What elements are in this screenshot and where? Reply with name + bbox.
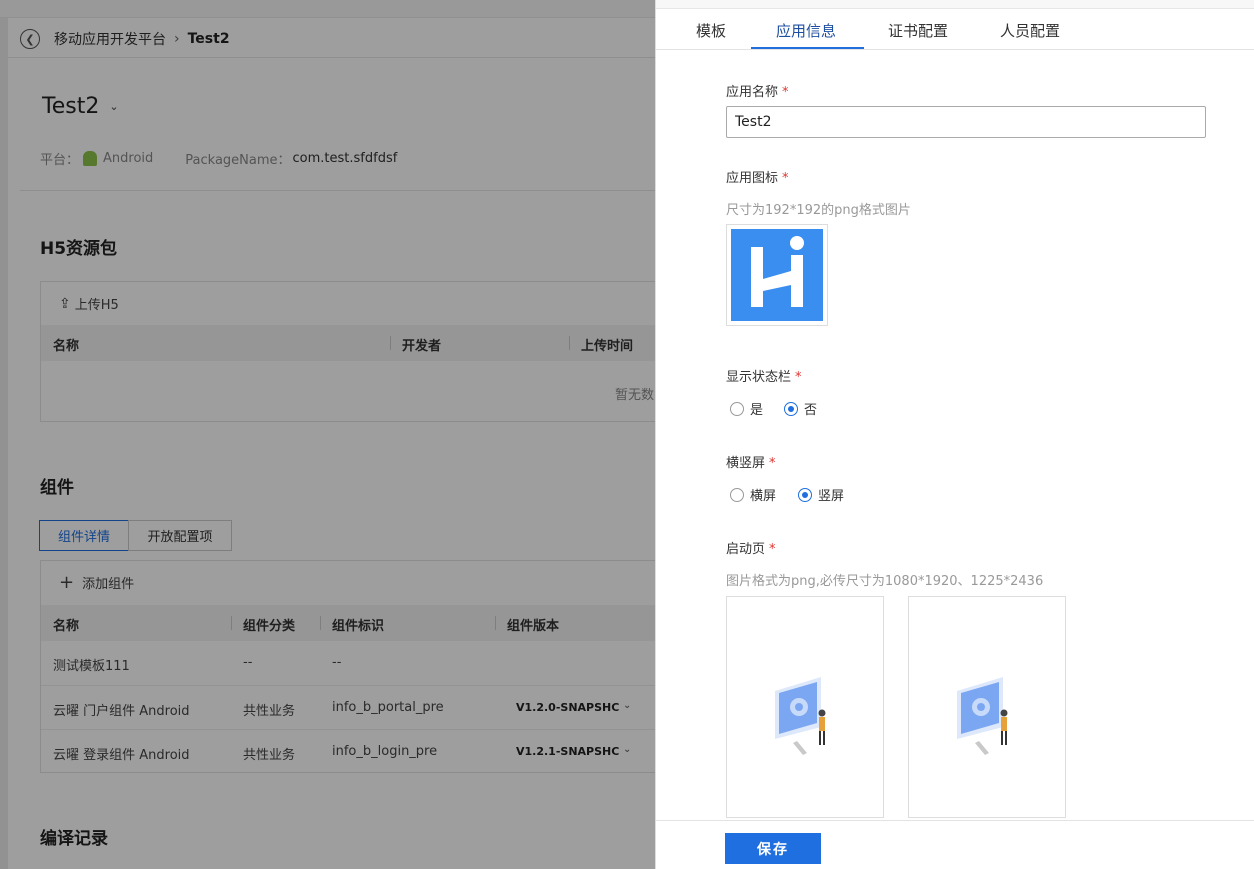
app-config-drawer: 模板 应用信息 证书配置 人员配置 应用名称* 应用图标* 尺寸为192*192…	[655, 0, 1254, 869]
orientation-label: 横竖屏 *	[726, 456, 776, 471]
placeholder-illustration-icon	[775, 677, 826, 755]
save-button[interactable]: 保存	[725, 833, 821, 864]
statusbar-label: 显示状态栏 *	[726, 370, 802, 385]
drawer-footer: 保存	[656, 820, 1254, 869]
orientation-landscape-radio[interactable]: 横屏	[730, 485, 776, 504]
statusbar-no-radio[interactable]: 否	[784, 399, 817, 418]
placeholder-illustration-icon	[957, 677, 1008, 755]
app-name-input[interactable]	[726, 106, 1206, 138]
splash-label: 启动页 *	[726, 542, 776, 557]
app-icon-label: 应用图标 *	[726, 171, 789, 186]
splash-upload-1225[interactable]	[908, 596, 1066, 818]
app-logo-icon	[731, 229, 823, 321]
tab-certificate[interactable]: 证书配置	[888, 20, 948, 41]
statusbar-yes-radio[interactable]: 是	[730, 399, 763, 418]
app-icon-hint: 尺寸为192*192的png格式图片	[726, 203, 911, 218]
tab-personnel[interactable]: 人员配置	[1000, 20, 1060, 41]
tab-template[interactable]: 模板	[696, 20, 726, 41]
modal-overlay[interactable]	[0, 0, 655, 869]
drawer-top-strip	[656, 0, 1254, 9]
app-icon-upload[interactable]	[726, 224, 828, 326]
orientation-portrait-radio[interactable]: 竖屏	[798, 485, 844, 504]
drawer-tabs: 模板 应用信息 证书配置 人员配置	[656, 10, 1254, 50]
splash-upload-1080[interactable]	[726, 596, 884, 818]
app-name-label: 应用名称 *	[726, 85, 789, 100]
tab-app-info[interactable]: 应用信息	[776, 20, 836, 41]
splash-hint: 图片格式为png,必传尺寸为1080*1920、1225*2436	[726, 574, 1044, 589]
active-tab-indicator	[751, 47, 864, 49]
